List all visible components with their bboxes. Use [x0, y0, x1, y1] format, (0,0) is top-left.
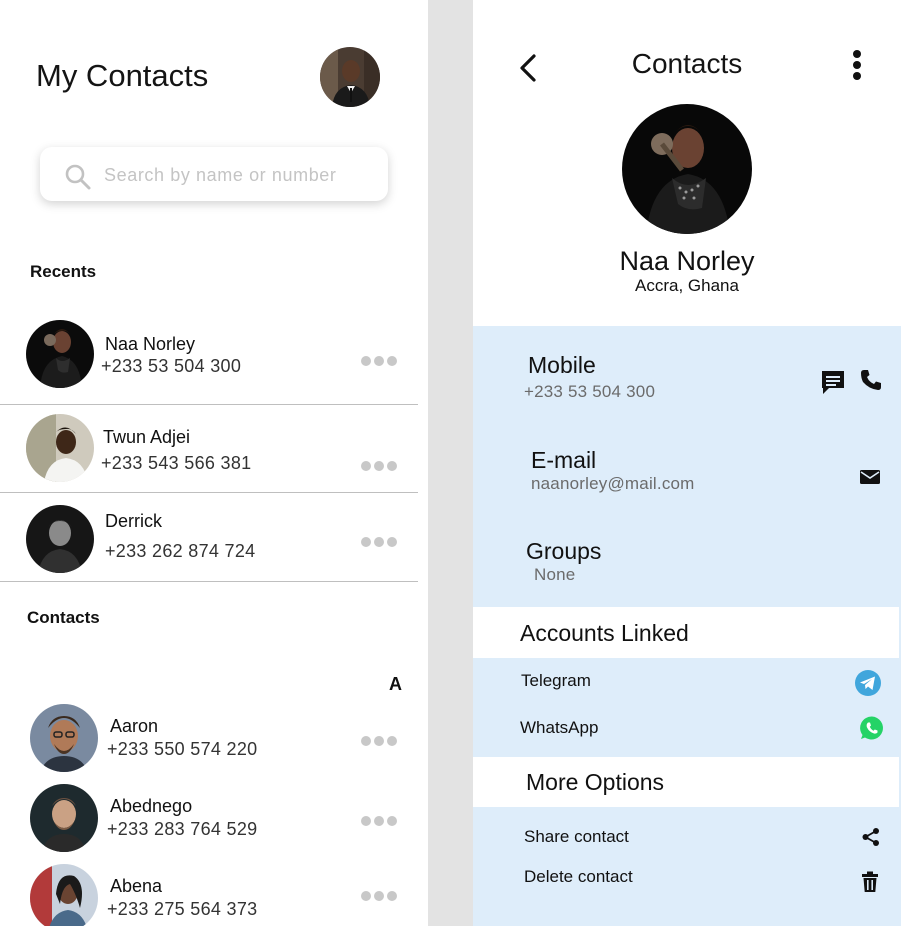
panel-separator	[428, 0, 473, 926]
linked-account-whatsapp[interactable]: WhatsApp	[473, 708, 901, 748]
contact-avatar	[26, 505, 94, 573]
delete-contact-option[interactable]: Delete contact	[473, 858, 901, 902]
whatsapp-icon	[860, 716, 883, 740]
message-icon	[822, 371, 844, 394]
contact-row[interactable]: Abena +233 275 564 373	[0, 860, 418, 926]
more-options-button[interactable]	[361, 888, 401, 902]
contact-location: Accra, Ghana	[635, 276, 739, 295]
email-label: E-mail	[531, 447, 597, 473]
delete-contact-label: Delete contact	[524, 867, 633, 886]
contact-phone: +233 262 874 724	[105, 541, 256, 561]
contact-name: Aaron	[110, 716, 159, 736]
message-button[interactable]	[819, 368, 847, 401]
search-icon	[65, 164, 91, 190]
contact-row[interactable]: Aaron +233 550 574 220	[0, 700, 418, 776]
divider	[0, 581, 418, 582]
whatsapp-label: WhatsApp	[520, 718, 599, 737]
linked-account-telegram[interactable]: Telegram	[473, 662, 901, 702]
share-contact-label: Share contact	[524, 827, 629, 846]
call-button[interactable]	[859, 368, 883, 397]
overflow-menu-button[interactable]	[849, 50, 865, 86]
contact-avatar	[26, 320, 94, 388]
contact-name: Naa Norley	[105, 334, 196, 354]
mail-icon	[860, 470, 880, 484]
mobile-number: +233 53 504 300	[524, 382, 656, 401]
contact-phone: +233 275 564 373	[107, 899, 258, 919]
share-icon	[862, 828, 879, 846]
contact-phone: +233 550 574 220	[107, 739, 258, 759]
contact-name: Abednego	[110, 796, 193, 816]
accounts-linked-title: Accounts Linked	[520, 620, 689, 646]
send-email-button[interactable]	[859, 468, 881, 491]
recent-contact-row[interactable]: Derrick +233 262 874 724	[0, 493, 418, 581]
contact-name: Twun Adjei	[103, 427, 191, 447]
contact-name: Abena	[110, 876, 163, 896]
mobile-label: Mobile	[528, 352, 596, 378]
search-input[interactable]	[102, 161, 376, 189]
groups-value: None	[534, 565, 576, 584]
recent-contact-row[interactable]: Naa Norley +233 53 504 300	[0, 312, 418, 404]
recent-contact-row[interactable]: Twun Adjei +233 543 566 381	[0, 405, 418, 492]
more-options-button[interactable]	[361, 813, 401, 827]
profile-avatar[interactable]	[320, 47, 380, 107]
contact-name: Naa Norley	[619, 246, 755, 276]
more-options-button[interactable]	[361, 733, 401, 747]
page-title: Contacts	[631, 48, 743, 79]
more-options-button[interactable]	[361, 353, 401, 367]
share-contact-option[interactable]: Share contact	[473, 816, 901, 856]
telegram-icon	[855, 670, 881, 696]
more-options-title: More Options	[526, 769, 665, 795]
groups-label: Groups	[526, 538, 602, 564]
contacts-heading: Contacts	[27, 608, 100, 627]
contact-phone: +233 543 566 381	[101, 453, 252, 473]
contact-avatar	[30, 784, 98, 852]
telegram-label: Telegram	[521, 671, 591, 690]
trash-icon	[862, 871, 878, 892]
contact-photo	[622, 104, 752, 234]
contact-avatar	[30, 864, 98, 926]
phone-icon	[861, 370, 881, 390]
search-bar	[40, 147, 388, 201]
page-title: My Contacts	[36, 58, 209, 93]
contact-name: Derrick	[105, 511, 162, 531]
more-options-button[interactable]	[361, 534, 401, 548]
contact-avatar	[26, 414, 94, 482]
contact-detail-screen: Contacts Naa Norley Accra, Ghana Mobile …	[473, 0, 901, 926]
contact-phone: +233 283 764 529	[107, 819, 258, 839]
recents-heading: Recents	[30, 262, 97, 281]
contacts-list-screen: My Contacts Recents	[0, 0, 428, 926]
more-options-button[interactable]	[361, 458, 401, 472]
contact-avatar	[30, 704, 98, 772]
contact-phone: +233 53 504 300	[101, 356, 242, 376]
contact-row[interactable]: Abednego +233 283 764 529	[0, 780, 418, 856]
alphabet-index-letter: A	[389, 674, 402, 694]
email-address: naanorley@mail.com	[531, 474, 695, 493]
